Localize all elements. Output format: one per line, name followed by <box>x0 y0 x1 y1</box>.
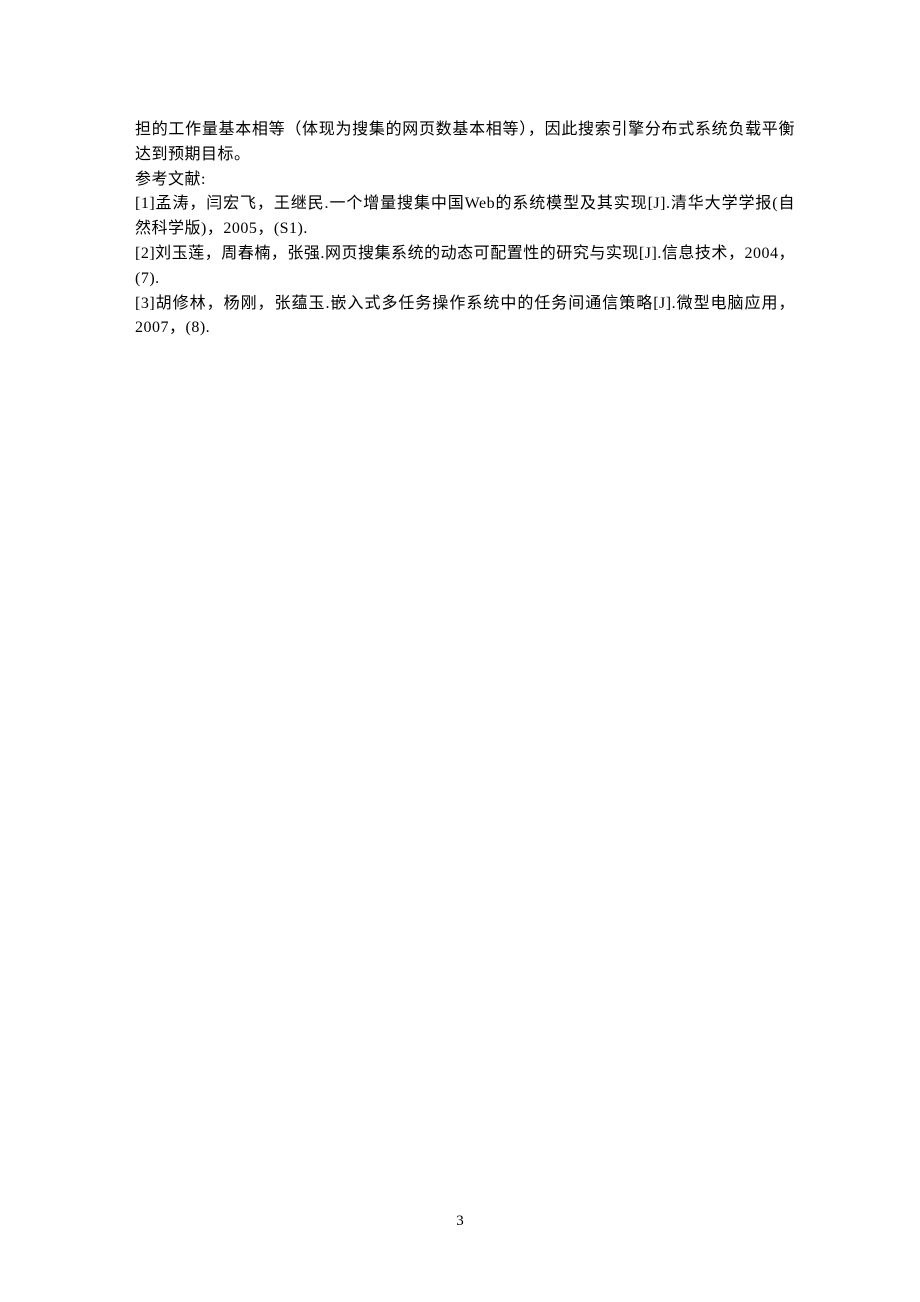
references-heading: 参考文献: <box>135 168 795 193</box>
reference-entry: [3]胡修林，杨刚，张蕴玉.嵌入式多任务操作系统中的任务间通信策略[J].微型电… <box>135 292 795 342</box>
document-page: 担的工作量基本相等（体现为搜集的网页数基本相等），因此搜索引擎分布式系统负载平衡… <box>0 0 920 341</box>
body-paragraph: 担的工作量基本相等（体现为搜集的网页数基本相等），因此搜索引擎分布式系统负载平衡… <box>135 118 795 168</box>
reference-entry: [1]孟涛，闫宏飞，王继民.一个增量搜集中国Web的系统模型及其实现[J].清华… <box>135 192 795 242</box>
reference-entry: [2]刘玉莲，周春楠，张强.网页搜集系统的动态可配置性的研究与实现[J].信息技… <box>135 242 795 292</box>
page-number: 3 <box>0 1213 920 1230</box>
